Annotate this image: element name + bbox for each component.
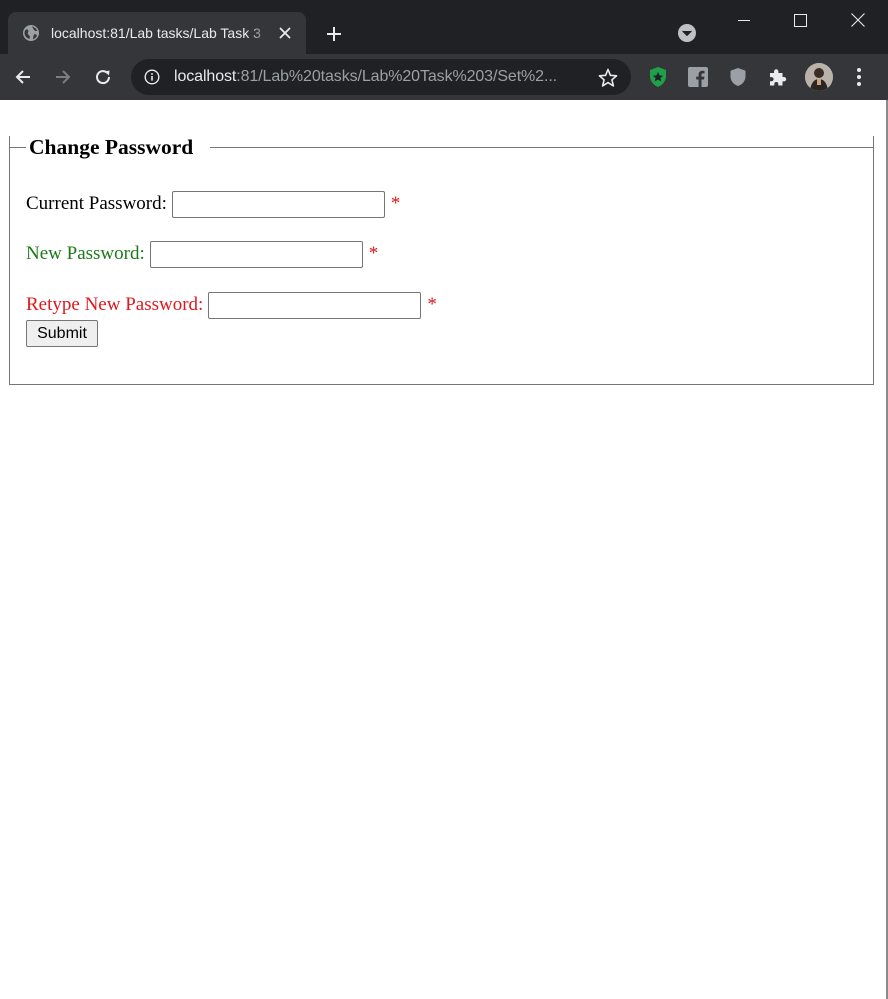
- adblock-extension-button[interactable]: [647, 66, 669, 88]
- address-bar[interactable]: localhost:81/Lab%20tasks/Lab%20Task%203/…: [131, 59, 631, 95]
- retype-password-input[interactable]: [208, 291, 422, 319]
- tab-strip: localhost:81/Lab tasks/Lab Task 3: [0, 0, 888, 54]
- back-button[interactable]: [9, 63, 37, 91]
- new-tab-button[interactable]: [320, 20, 348, 48]
- required-asterisk: *: [390, 193, 401, 214]
- url-text[interactable]: localhost:81/Lab%20tasks/Lab%20Task%203/…: [174, 67, 589, 87]
- retype-password-label: Retype New Password:: [26, 294, 204, 315]
- plus-icon: [327, 27, 341, 41]
- close-icon: [851, 13, 865, 27]
- browser-chrome: localhost:81/Lab tasks/Lab Task 3 localh…: [0, 0, 888, 100]
- reload-icon: [96, 70, 111, 85]
- close-tab-icon[interactable]: [276, 24, 294, 42]
- forward-button[interactable]: [49, 63, 77, 91]
- fieldset-legend: Change Password: [29, 135, 194, 159]
- reload-button[interactable]: [89, 63, 117, 91]
- puzzle-icon: [770, 69, 787, 86]
- close-window-button[interactable]: [830, 0, 886, 40]
- facebook-extension-button[interactable]: [687, 66, 709, 88]
- shield-extension-button[interactable]: [727, 66, 749, 88]
- arrow-right-icon: [56, 70, 71, 84]
- minimize-button[interactable]: [716, 0, 772, 40]
- profile-avatar[interactable]: [805, 63, 833, 91]
- browser-menu-button[interactable]: [848, 65, 870, 89]
- minimize-icon: [738, 20, 750, 21]
- adblock-icon: [650, 67, 666, 87]
- tab-search-icon[interactable]: [676, 22, 698, 44]
- required-asterisk: *: [427, 294, 437, 315]
- browser-tab[interactable]: localhost:81/Lab tasks/Lab Task 3: [8, 12, 306, 54]
- globe-icon: [23, 25, 39, 41]
- avatar-icon: [805, 63, 833, 91]
- submit-button[interactable]: Submit: [26, 320, 98, 347]
- maximize-button[interactable]: [772, 0, 828, 40]
- shield-icon: [730, 68, 746, 86]
- page-viewport: Change Password Current Password: * New …: [0, 100, 886, 999]
- retype-password-row: Retype New Password: *: [26, 290, 437, 320]
- facebook-icon: [688, 67, 708, 87]
- fieldset-border-right: [210, 147, 874, 148]
- current-password-input[interactable]: [171, 190, 385, 218]
- tab-title: localhost:81/Lab tasks/Lab Task 3: [51, 25, 261, 41]
- current-password-label: Current Password:: [26, 193, 167, 214]
- info-icon[interactable]: [144, 69, 160, 85]
- new-password-input[interactable]: [149, 240, 363, 268]
- new-password-row: New Password: *: [26, 239, 378, 269]
- bookmark-star-icon[interactable]: [597, 67, 619, 89]
- kebab-menu-icon: [857, 68, 861, 86]
- required-asterisk: *: [368, 243, 379, 264]
- url-host: localhost: [174, 68, 237, 85]
- arrow-left-icon: [15, 70, 30, 84]
- current-password-row: Current Password: *: [26, 189, 400, 219]
- browser-toolbar: localhost:81/Lab%20tasks/Lab%20Task%203/…: [0, 54, 888, 100]
- fieldset-border-left: [9, 147, 26, 148]
- new-password-label: New Password:: [26, 243, 145, 264]
- extensions-button[interactable]: [767, 66, 789, 88]
- url-path: :81/Lab%20tasks/Lab%20Task%203/Set%2...: [236, 68, 558, 85]
- maximize-icon: [793, 13, 807, 27]
